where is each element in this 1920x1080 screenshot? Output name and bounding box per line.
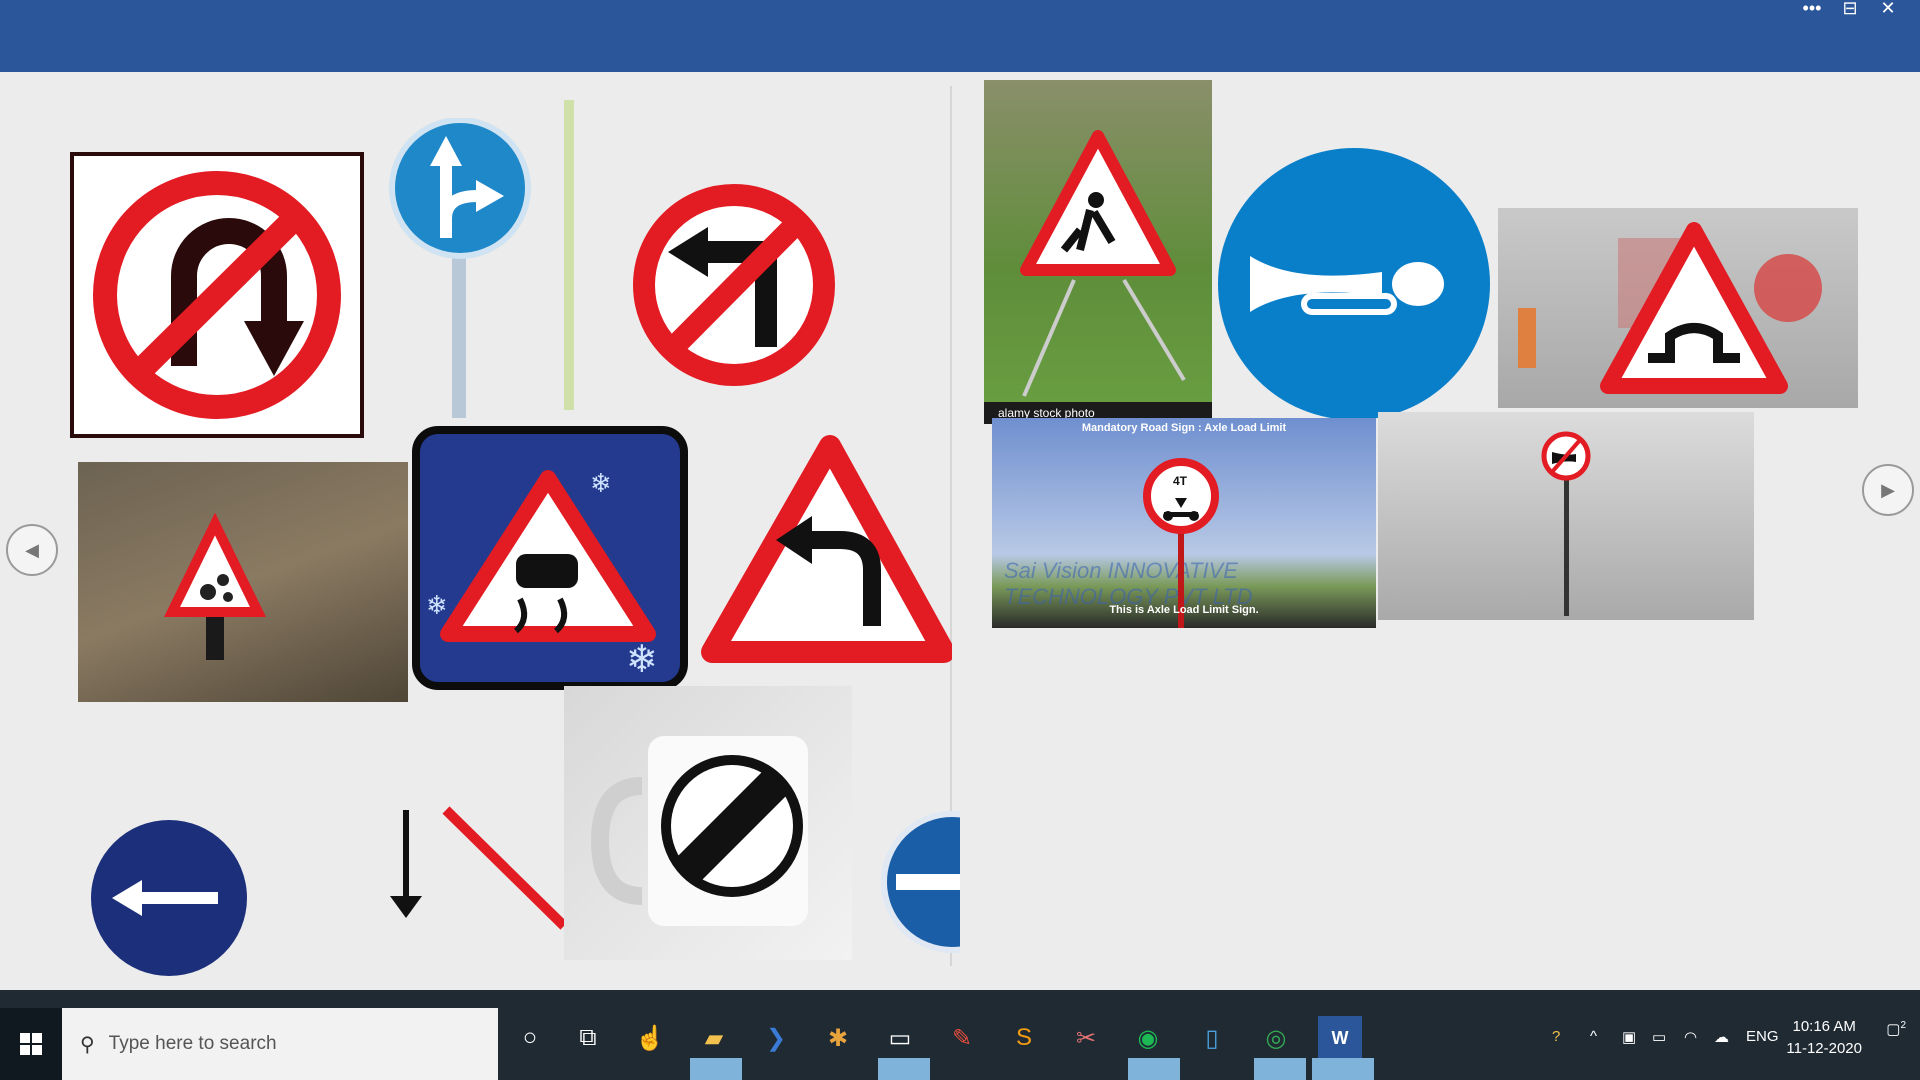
start-button[interactable] [0, 1008, 62, 1080]
arrow-and-stroke-graphic [380, 800, 570, 936]
axle-caption: This is Axle Load Limit Sign. [1109, 604, 1259, 616]
onedrive-icon[interactable]: ☁ [1714, 1028, 1729, 1046]
axle-weight: 4T [1173, 474, 1188, 488]
help-icon[interactable]: ? [1552, 1028, 1560, 1045]
svg-text:❄: ❄ [426, 591, 448, 621]
more-options-button[interactable]: ••• [1794, 0, 1830, 20]
chevron-right-icon: ▶ [1881, 479, 1895, 500]
no-u-turn-sign[interactable] [70, 152, 364, 438]
snipping-tool-icon[interactable]: ✂ [1064, 1016, 1108, 1060]
gallery-next-button[interactable]: ▶ [1862, 464, 1914, 516]
go-straight-or-right-sign[interactable] [380, 118, 540, 418]
sublime-text-icon[interactable]: S [1002, 1016, 1046, 1060]
taskbar: ⚲ Type here to search ○ ⧉ ☝ ▰ ❯ ✱ ▭ ✎ S … [0, 990, 1920, 1080]
taskbar-search-box[interactable]: ⚲ Type here to search [62, 1008, 498, 1080]
chrome-icon[interactable]: ◎ [1254, 1016, 1298, 1060]
clock-time: 10:16 AM [1792, 1018, 1856, 1035]
notification-center-icon[interactable]: ▢2 [1886, 1020, 1906, 1038]
left-curve-warning-sign[interactable] [700, 430, 952, 668]
wifi-icon[interactable]: ◠ [1684, 1028, 1697, 1046]
notification-count: 2 [1900, 1020, 1906, 1031]
language-indicator[interactable]: ENG [1746, 1028, 1779, 1045]
clock-date: 11-12-2020 [1786, 1040, 1862, 1057]
file-explorer-icon[interactable]: ▰ [692, 1016, 736, 1060]
search-icon: ⚲ [80, 1033, 95, 1056]
svg-text:❄: ❄ [626, 637, 658, 681]
falling-rocks-sign-photo[interactable] [78, 462, 408, 702]
restore-button[interactable]: ⊟ [1832, 0, 1868, 20]
svg-text:❄: ❄ [590, 469, 612, 499]
no-entry-sign-partial[interactable] [856, 810, 960, 954]
slippery-road-snow-sign[interactable]: ❄ ❄ ❄ [412, 426, 688, 690]
chrome-active-indicator [1254, 1058, 1306, 1080]
axle-load-limit-sign[interactable]: Mandatory Road Sign : Axle Load Limit Sa… [992, 418, 1376, 628]
dip-sign-photo[interactable] [1498, 208, 1858, 408]
end-of-restrictions-mug[interactable] [564, 686, 852, 960]
no-left-turn-sign[interactable] [626, 182, 842, 388]
horn-sign[interactable] [1214, 146, 1494, 422]
paint-icon[interactable]: ✎ [940, 1016, 984, 1060]
chevron-up-icon[interactable]: ^ [1590, 1028, 1597, 1045]
device-icon[interactable]: ▣ [1622, 1028, 1636, 1046]
powershell-icon[interactable]: ❯ [754, 1016, 798, 1060]
terminal-icon[interactable]: ▭ [878, 1016, 922, 1060]
search-placeholder: Type here to search [108, 1033, 277, 1054]
word-icon[interactable]: W [1318, 1016, 1362, 1060]
chevron-left-icon: ◀ [25, 539, 39, 560]
thin-strip-image [564, 100, 574, 410]
no-horn-sign-render[interactable] [1378, 412, 1754, 620]
touch-hand-icon[interactable]: ☝ [628, 1016, 672, 1060]
clock[interactable]: 10:16 AM 11-12-2020 [1786, 1016, 1862, 1060]
gallery-prev-button[interactable]: ◀ [6, 524, 58, 576]
close-button[interactable]: ✕ [1870, 0, 1906, 20]
word-active-indicator [1312, 1058, 1374, 1080]
task-view-icon[interactable]: ⧉ [566, 1016, 610, 1060]
file-explorer-active-indicator [690, 1058, 742, 1080]
road-works-sign-photo[interactable]: alamy stock photo [984, 80, 1212, 424]
title-bar: ••• ⊟ ✕ [0, 0, 1920, 72]
cortana-icon[interactable]: ○ [508, 1016, 552, 1060]
phone-app-icon[interactable]: ▯ [1190, 1016, 1234, 1060]
windows-icon [20, 1033, 42, 1055]
spotify-icon[interactable]: ◉ [1126, 1016, 1170, 1060]
terminal-active-indicator [878, 1058, 930, 1080]
keep-left-sign[interactable] [86, 818, 252, 978]
spotify-active-indicator [1128, 1058, 1180, 1080]
slack-icon[interactable]: ✱ [816, 1016, 860, 1060]
battery-icon[interactable]: ▭ [1652, 1028, 1666, 1046]
